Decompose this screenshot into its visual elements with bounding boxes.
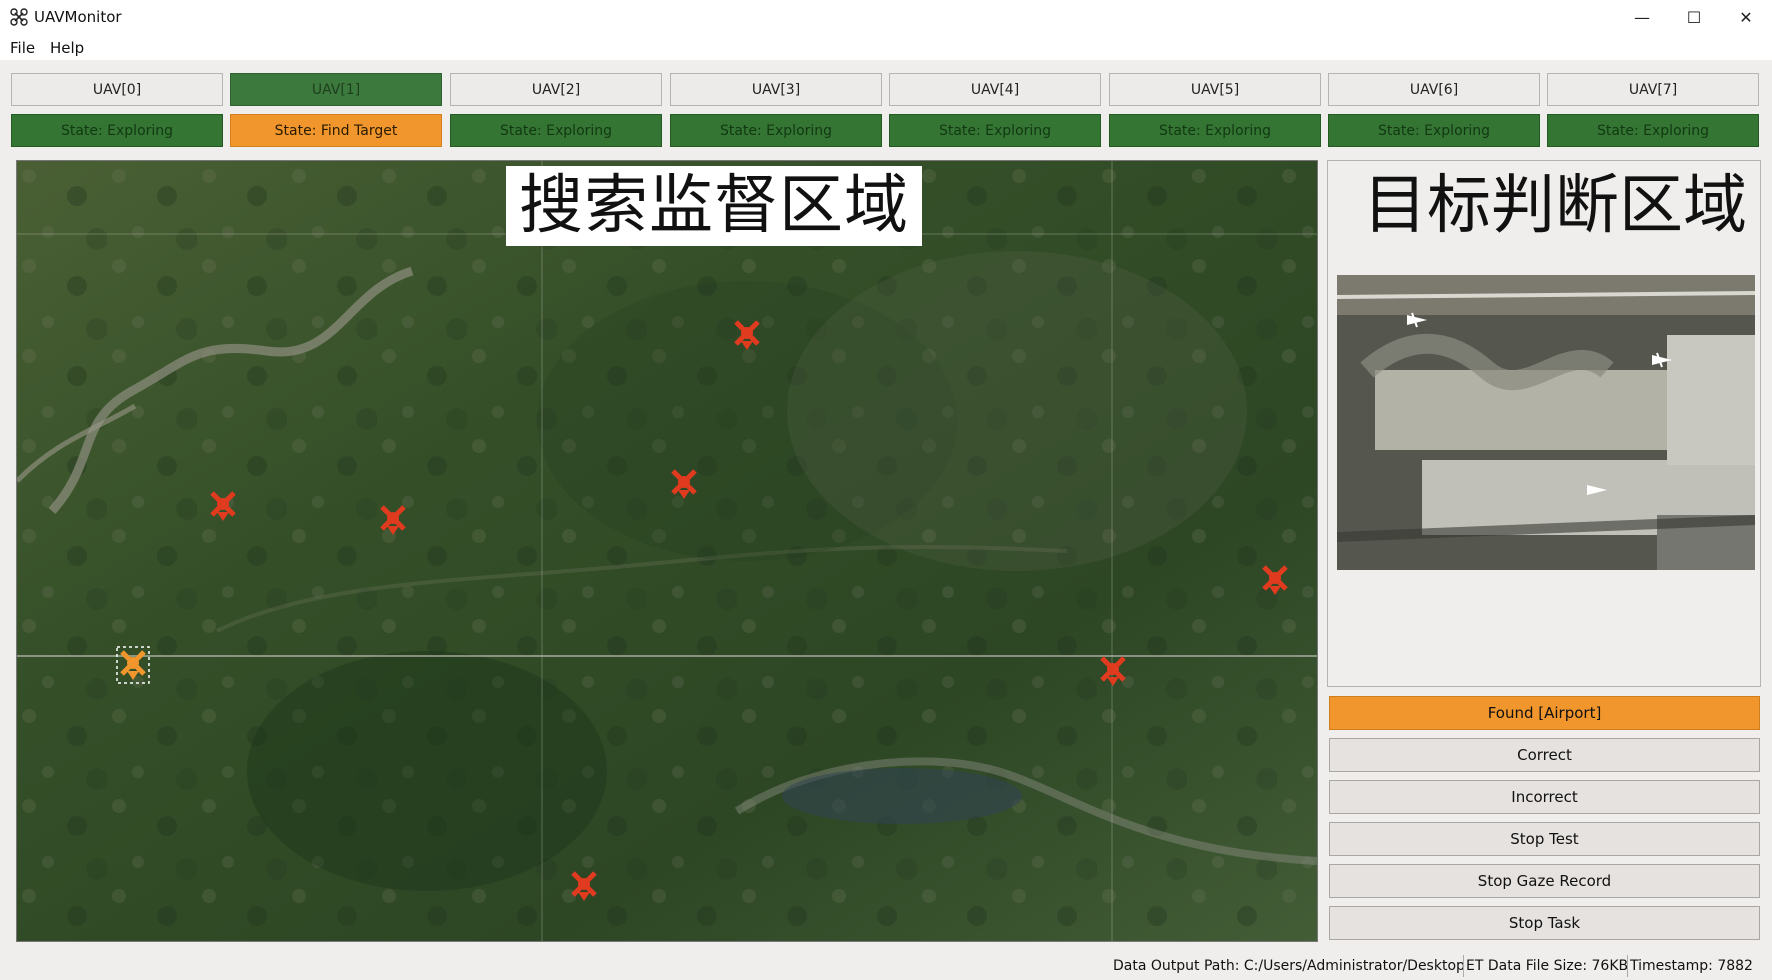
uav-tab-6[interactable]: UAV[6] xyxy=(1328,73,1540,106)
uav-state-6[interactable]: State: Exploring xyxy=(1328,114,1540,147)
maximize-icon[interactable]: ☐ xyxy=(1668,0,1720,34)
status-separator xyxy=(1463,955,1464,977)
uav-state-1[interactable]: State: Find Target xyxy=(230,114,442,147)
uav-tab-7[interactable]: UAV[7] xyxy=(1547,73,1759,106)
data-output-path: Data Output Path: C:/Users/Administrator… xyxy=(1113,958,1465,974)
stop-test-button[interactable]: Stop Test xyxy=(1329,822,1760,856)
search-map[interactable] xyxy=(16,160,1318,942)
uav-tab-2[interactable]: UAV[2] xyxy=(450,73,662,106)
uav-state-3[interactable]: State: Exploring xyxy=(670,114,882,147)
uav-state-2[interactable]: State: Exploring xyxy=(450,114,662,147)
menu-help[interactable]: Help xyxy=(50,39,84,57)
stop-task-button[interactable]: Stop Task xyxy=(1329,906,1760,940)
uav-tab-3[interactable]: UAV[3] xyxy=(670,73,882,106)
drone-icon xyxy=(10,8,28,26)
correct-button[interactable]: Correct xyxy=(1329,738,1760,772)
et-file-size: ET Data File Size: 76KB xyxy=(1466,958,1629,974)
search-zone-label: 搜索监督区域 xyxy=(506,166,922,246)
status-separator xyxy=(1627,955,1628,977)
uav-tab-4[interactable]: UAV[4] xyxy=(889,73,1101,106)
uav-state-5[interactable]: State: Exploring xyxy=(1109,114,1321,147)
judgement-zone-label: 目标判断区域 xyxy=(1363,169,1747,243)
target-image xyxy=(1337,275,1755,570)
uav-state-0[interactable]: State: Exploring xyxy=(11,114,223,147)
title-bar: UAVMonitor — ☐ ✕ xyxy=(0,0,1772,34)
uav-tab-5[interactable]: UAV[5] xyxy=(1109,73,1321,106)
close-icon[interactable]: ✕ xyxy=(1720,0,1772,34)
timestamp: Timestamp: 7882 xyxy=(1630,958,1753,974)
incorrect-button[interactable]: Incorrect xyxy=(1329,780,1760,814)
window-title: UAVMonitor xyxy=(34,8,122,26)
uav-state-7[interactable]: State: Exploring xyxy=(1547,114,1759,147)
menu-file[interactable]: File xyxy=(10,39,35,57)
uav-state-4[interactable]: State: Exploring xyxy=(889,114,1101,147)
found-target-button[interactable]: Found [Airport] xyxy=(1329,696,1760,730)
uav-tab-1[interactable]: UAV[1] xyxy=(230,73,442,106)
minimize-icon[interactable]: — xyxy=(1616,0,1668,34)
menu-bar: File Help xyxy=(0,34,1772,60)
uav-tab-0[interactable]: UAV[0] xyxy=(11,73,223,106)
stop-gaze-record-button[interactable]: Stop Gaze Record xyxy=(1329,864,1760,898)
status-bar: Data Output Path: C:/Users/Administrator… xyxy=(0,952,1772,980)
